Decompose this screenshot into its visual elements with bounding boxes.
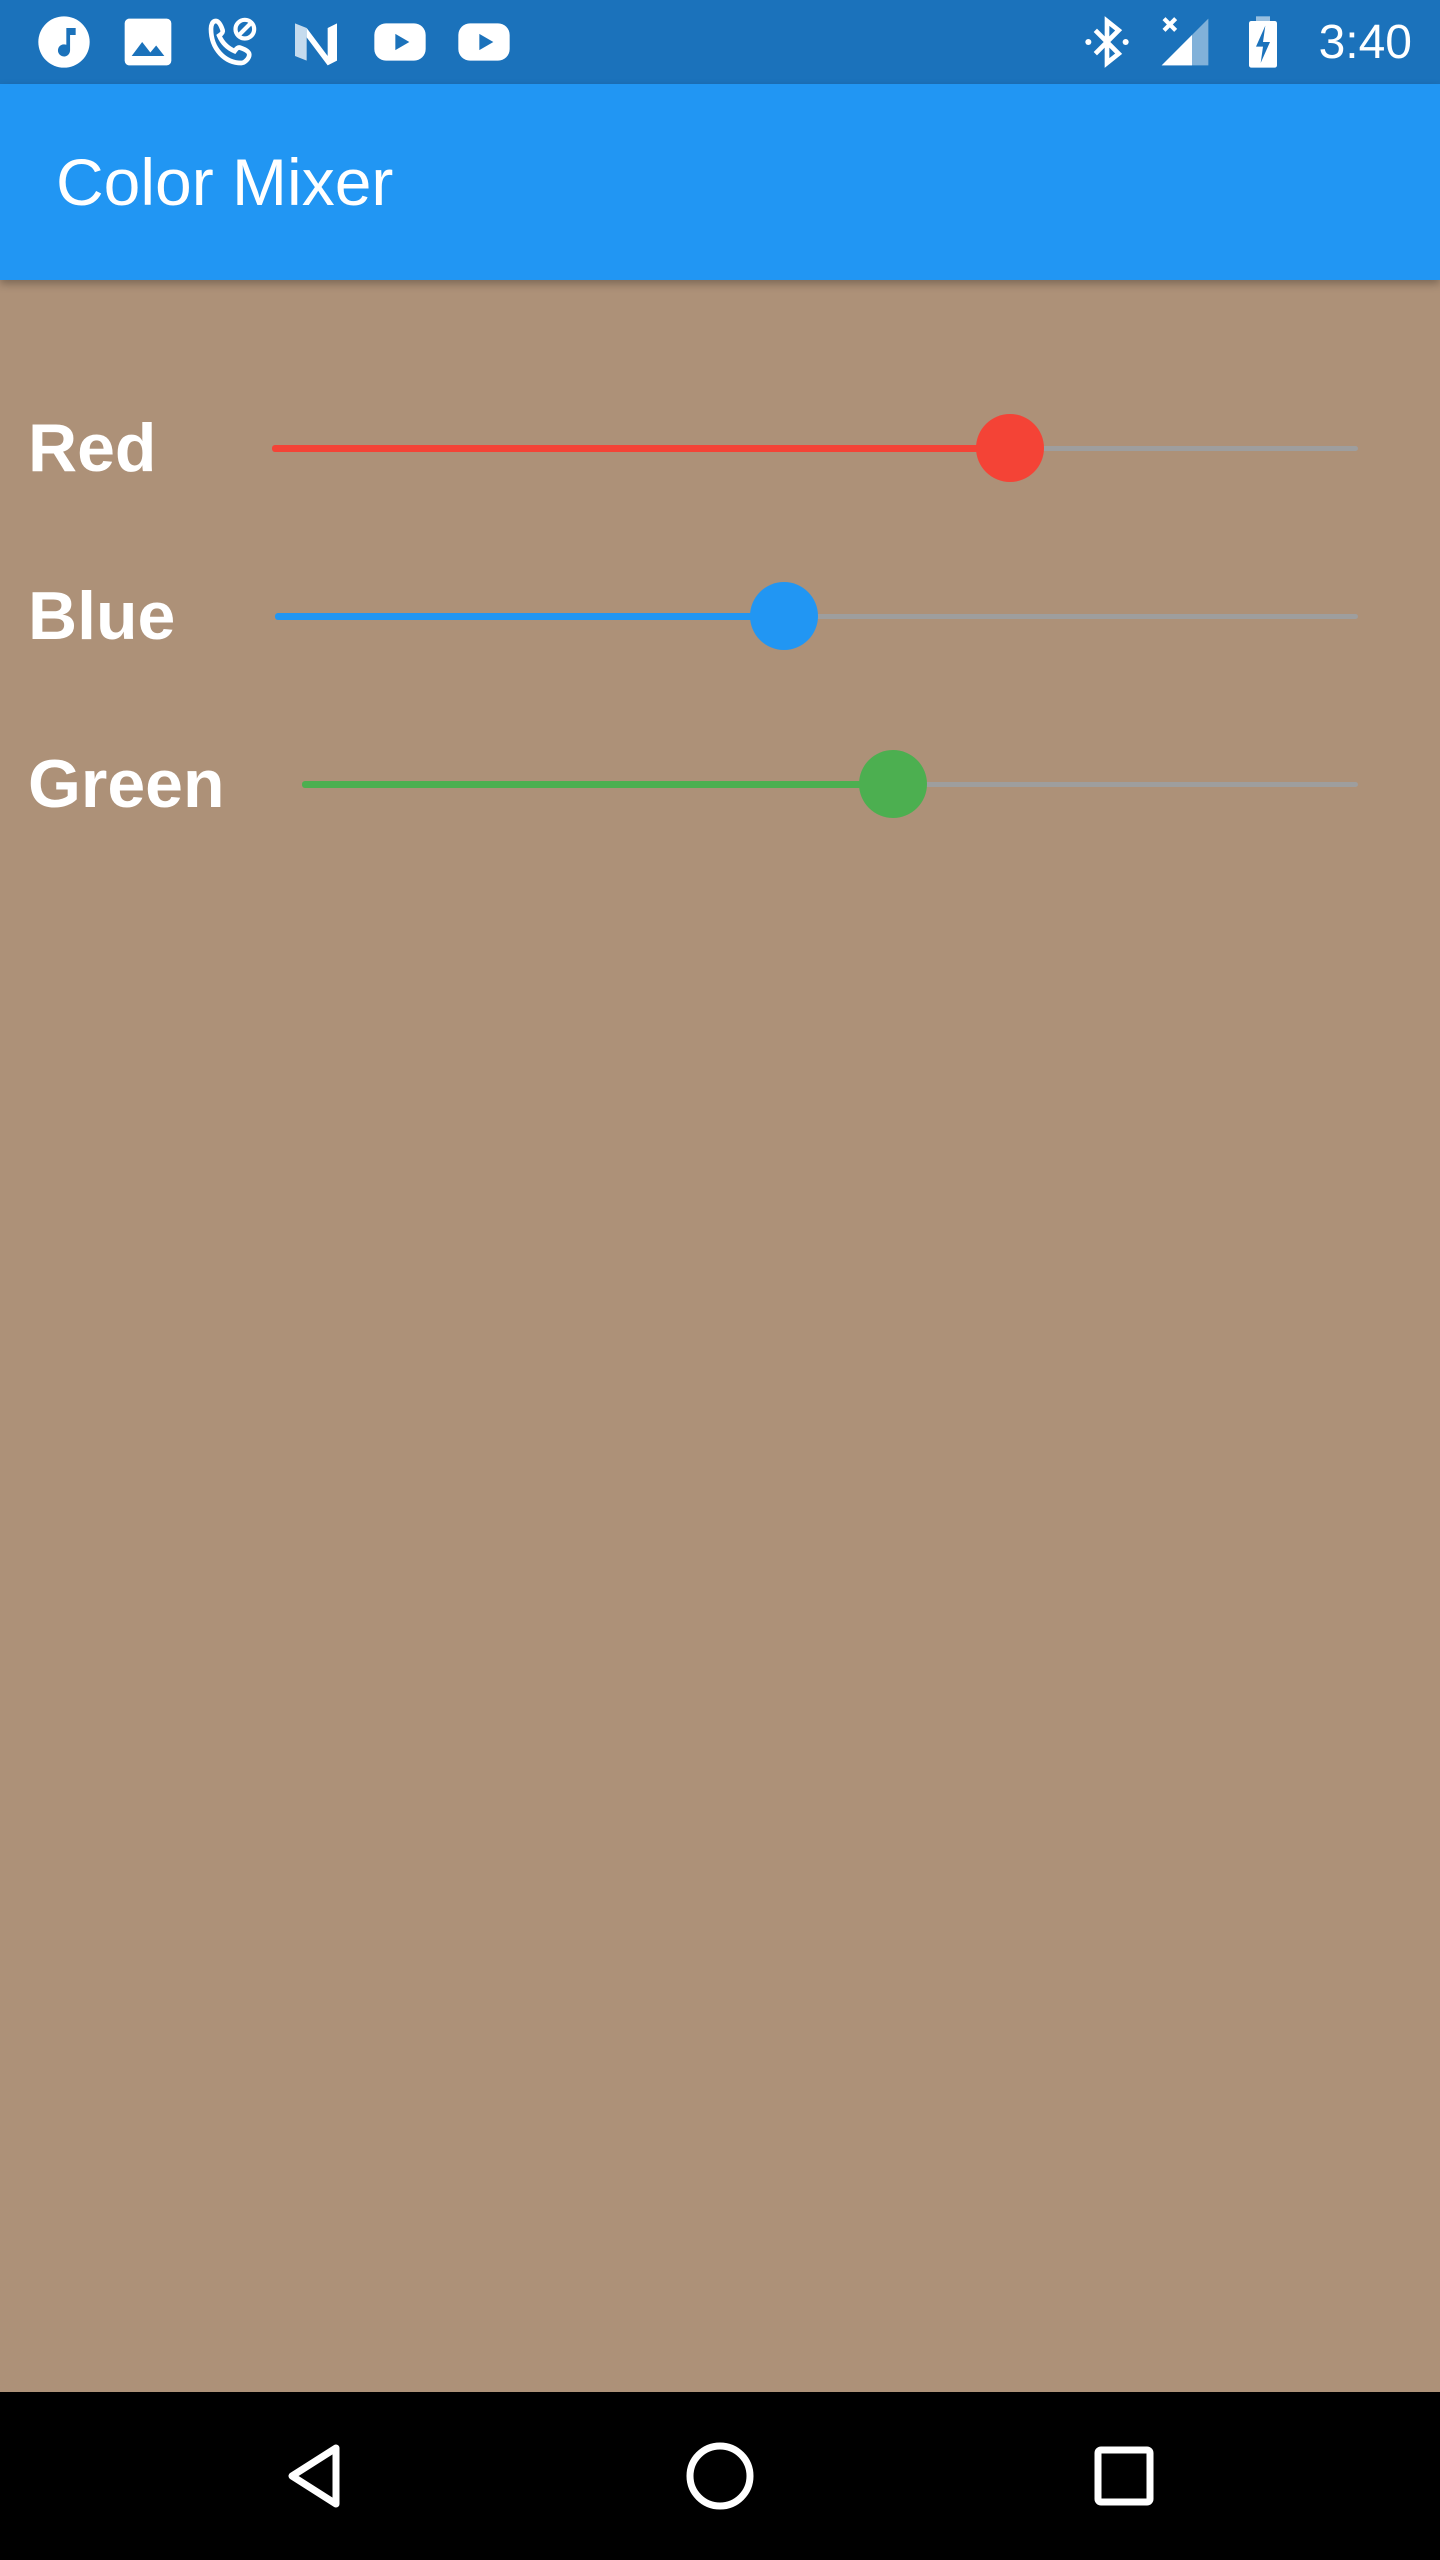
status-bar: 3:40 <box>0 0 1440 84</box>
back-icon[interactable] <box>276 2436 356 2516</box>
slider-active-track <box>272 445 1011 452</box>
youtube-icon <box>456 14 512 70</box>
slider-label-red: Red <box>28 410 157 486</box>
notification-icons <box>36 10 512 74</box>
status-clock: 3:40 <box>1318 15 1412 69</box>
system-icons: 3:40 <box>1079 10 1412 74</box>
green-slider[interactable] <box>302 729 1358 839</box>
n-logo-icon <box>288 14 344 70</box>
slider-thumb[interactable] <box>750 582 818 650</box>
slider-active-track <box>275 613 784 620</box>
music-note-icon <box>36 14 92 70</box>
red-slider[interactable] <box>272 393 1358 503</box>
slider-thumb[interactable] <box>859 750 928 818</box>
color-preview-area: Red Blue Green <box>0 280 1440 2392</box>
recents-icon[interactable] <box>1084 2436 1164 2516</box>
navigation-bar <box>0 2392 1440 2560</box>
bluetooth-icon <box>1079 14 1135 70</box>
slider-active-track <box>302 781 894 788</box>
slider-row-green: Green <box>0 729 1440 839</box>
slider-thumb[interactable] <box>976 414 1045 482</box>
youtube-icon <box>372 14 428 70</box>
slider-row-red: Red <box>0 393 1440 503</box>
blue-slider[interactable] <box>275 561 1358 671</box>
page-title: Color Mixer <box>56 145 394 219</box>
call-blocked-icon <box>204 14 260 70</box>
image-icon <box>120 14 176 70</box>
slider-row-blue: Blue <box>0 561 1440 671</box>
app-bar: Color Mixer <box>0 84 1440 280</box>
home-icon[interactable] <box>680 2436 760 2516</box>
slider-label-blue: Blue <box>28 578 176 654</box>
battery-charging-icon <box>1235 14 1291 70</box>
signal-no-data-icon <box>1157 14 1213 70</box>
slider-label-green: Green <box>28 746 225 822</box>
